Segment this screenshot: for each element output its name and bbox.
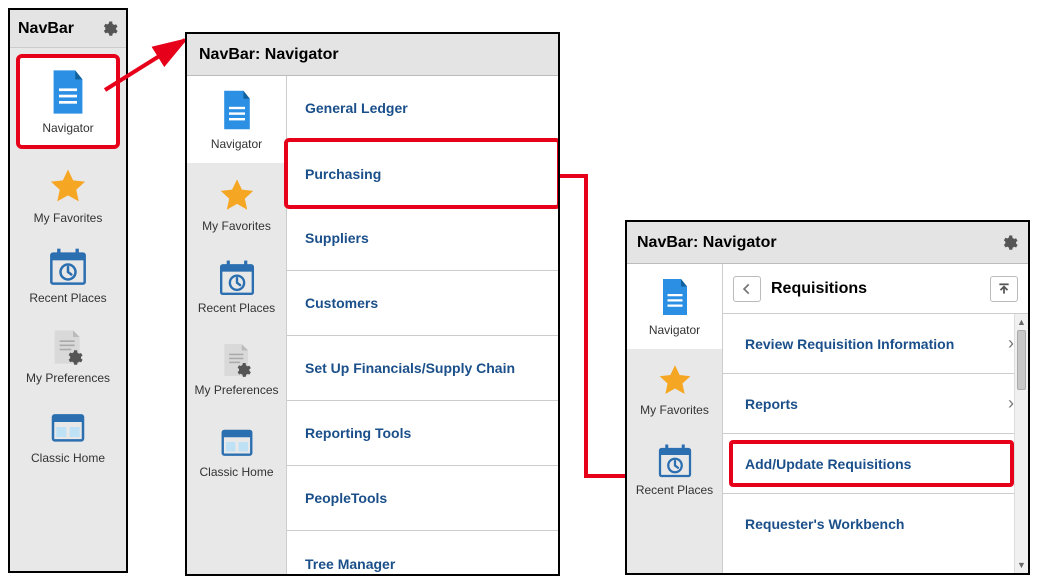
nav-item-customers[interactable]: Customers (287, 271, 558, 336)
sidebar-item-recent[interactable]: Recent Places (627, 429, 722, 509)
sidebar-item-label: Recent Places (191, 301, 282, 315)
sidebar-item-label: Navigator (631, 323, 718, 337)
sidebar-item-label: Recent Places (631, 483, 718, 497)
breadcrumb-title: Requisitions (771, 280, 867, 298)
nav-item-purchasing[interactable]: Purchasing (287, 141, 558, 206)
nav-item-add-update-requisitions[interactable]: Add/Update Requisitions (723, 434, 1028, 494)
sidebar-item-label: Navigator (24, 121, 112, 135)
preferences-icon (14, 327, 122, 367)
requisitions-list: Requisitions Review Requisition Informat… (723, 264, 1028, 573)
sidebar-item-prefs[interactable]: My Preferences (10, 315, 126, 395)
navigator-list: General Ledger Purchasing Suppliers Cust… (287, 76, 558, 574)
star-icon (631, 363, 718, 399)
navbar-panel: NavBar Navigator My Favorites Recent Pla… (8, 8, 128, 573)
sidebar-item-favorites[interactable]: My Favorites (10, 155, 126, 235)
navigator-panel: NavBar: Navigator Navigator My Favorites… (185, 32, 560, 576)
classic-home-icon (14, 407, 122, 447)
nav-item-setup-financials[interactable]: Set Up Financials/Supply Chain (287, 336, 558, 401)
nav-item-requesters-workbench[interactable]: Requester's Workbench (723, 494, 1028, 554)
sidebar-item-label: My Preferences (191, 383, 282, 397)
sidebar-item-prefs[interactable]: My Preferences (187, 327, 286, 409)
requisitions-header: NavBar: Navigator (627, 222, 1028, 264)
navigator-header: NavBar: Navigator (187, 34, 558, 76)
navigator-icon (660, 278, 690, 316)
star-icon (14, 167, 122, 207)
nav-item-general-ledger[interactable]: General Ledger (287, 76, 558, 141)
nav-item-tree-manager[interactable]: Tree Manager (287, 531, 558, 574)
navigator-sidebar: Navigator My Favorites Recent Places My … (187, 76, 287, 574)
sidebar-item-label: My Preferences (14, 371, 122, 385)
requisitions-panel: NavBar: Navigator Navigator My Favorites… (625, 220, 1030, 575)
nav-item-review-requisition[interactable]: Review Requisition Information › (723, 314, 1028, 374)
gear-icon[interactable] (1000, 234, 1018, 252)
calendar-clock-icon (191, 259, 282, 297)
navbar-header: NavBar (10, 10, 126, 48)
calendar-clock-icon (631, 443, 718, 479)
scroll-thumb[interactable] (1017, 330, 1026, 390)
sidebar-item-label: Classic Home (191, 465, 282, 479)
nav-item-reports[interactable]: Reports › (723, 374, 1028, 434)
nav-item-suppliers[interactable]: Suppliers (287, 206, 558, 271)
gear-icon[interactable] (100, 20, 118, 38)
breadcrumb: Requisitions (723, 264, 1028, 314)
navigator-icon (221, 90, 253, 130)
sidebar-item-label: My Favorites (14, 211, 122, 225)
scroll-track[interactable] (1015, 330, 1028, 557)
top-button[interactable] (990, 276, 1018, 302)
scroll-down-button[interactable]: ▼ (1015, 557, 1028, 573)
sidebar-item-navigator[interactable]: Navigator (16, 54, 120, 149)
nav-item-peopletools[interactable]: PeopleTools (287, 466, 558, 531)
classic-home-icon (191, 423, 282, 461)
requisitions-sidebar: Navigator My Favorites Recent Places (627, 264, 723, 573)
sidebar-item-recent[interactable]: Recent Places (187, 245, 286, 327)
scroll-up-button[interactable]: ▲ (1015, 314, 1028, 330)
sidebar-item-label: Recent Places (14, 291, 122, 305)
preferences-icon (191, 341, 282, 379)
sidebar-item-home[interactable]: Classic Home (10, 395, 126, 475)
sidebar-item-home[interactable]: Classic Home (187, 409, 286, 491)
back-button[interactable] (733, 276, 761, 302)
requisitions-title: NavBar: Navigator (637, 234, 777, 252)
sidebar-item-navigator[interactable]: Navigator (187, 76, 286, 163)
arrow-top-icon (997, 282, 1011, 296)
sidebar-item-label: Navigator (191, 137, 282, 151)
sidebar-item-favorites[interactable]: My Favorites (627, 349, 722, 429)
sidebar-item-navigator[interactable]: Navigator (627, 264, 722, 349)
calendar-clock-icon (14, 247, 122, 287)
sidebar-item-label: Classic Home (14, 451, 122, 465)
sidebar-item-recent[interactable]: Recent Places (10, 235, 126, 315)
arrow-left-icon (740, 282, 754, 296)
navbar-title: NavBar (18, 20, 74, 38)
nav-item-reporting-tools[interactable]: Reporting Tools (287, 401, 558, 466)
sidebar-item-favorites[interactable]: My Favorites (187, 163, 286, 245)
sidebar-item-label: My Favorites (191, 219, 282, 233)
scrollbar[interactable]: ▲ ▼ (1014, 314, 1028, 573)
navigator-icon (50, 70, 86, 114)
star-icon (191, 177, 282, 215)
navigator-title: NavBar: Navigator (199, 46, 339, 64)
sidebar-item-label: My Favorites (631, 403, 718, 417)
